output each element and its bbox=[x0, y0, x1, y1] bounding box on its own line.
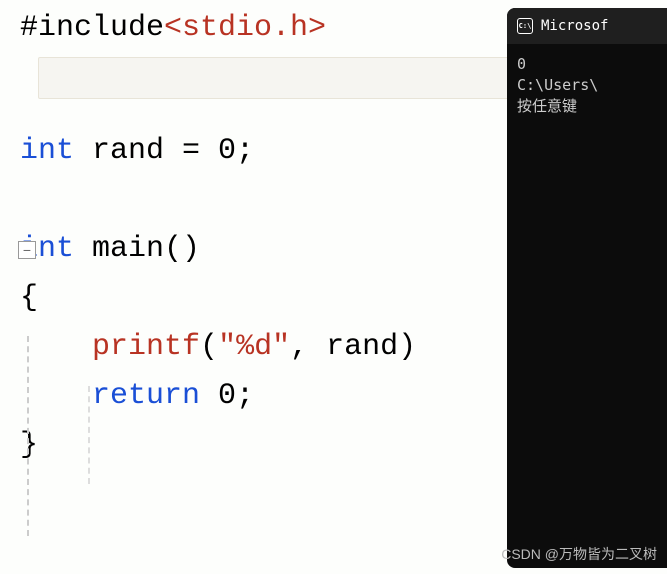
printf-call: printf bbox=[92, 323, 200, 373]
terminal-window[interactable]: C:\ Microsof 0 C:\Users\ 按任意键 bbox=[507, 8, 667, 568]
indent bbox=[20, 323, 92, 373]
fold-vertical-line bbox=[27, 336, 29, 536]
format-string: "%d" bbox=[218, 323, 290, 373]
return-value: 0; bbox=[200, 372, 254, 422]
args-rest: , rand) bbox=[290, 323, 416, 373]
fold-minus-icon: − bbox=[23, 243, 31, 257]
output-line-2: C:\Users\ bbox=[517, 76, 598, 94]
function-name: main bbox=[74, 225, 164, 275]
keyword-int: int bbox=[20, 127, 74, 177]
output-line-1: 0 bbox=[517, 55, 526, 73]
indent bbox=[20, 372, 92, 422]
brace-close: } bbox=[20, 421, 38, 471]
terminal-icon: C:\ bbox=[517, 18, 533, 34]
header-name: <stdio.h> bbox=[164, 4, 326, 54]
indent-guide-line bbox=[88, 386, 90, 484]
watermark-text: CSDN @万物皆为二叉树 bbox=[501, 544, 657, 564]
terminal-titlebar[interactable]: C:\ Microsof bbox=[507, 8, 667, 44]
terminal-output[interactable]: 0 C:\Users\ 按任意键 bbox=[507, 44, 667, 127]
fold-toggle-icon[interactable]: − bbox=[18, 241, 36, 259]
parentheses: () bbox=[164, 225, 200, 275]
paren-open: ( bbox=[200, 323, 218, 373]
preprocessor-directive: #include bbox=[20, 4, 164, 54]
output-line-3: 按任意键 bbox=[517, 97, 577, 115]
brace-open: { bbox=[20, 274, 38, 324]
keyword-return: return bbox=[92, 372, 200, 422]
var-declaration: rand = 0; bbox=[74, 127, 254, 177]
terminal-title: Microsof bbox=[541, 18, 608, 34]
